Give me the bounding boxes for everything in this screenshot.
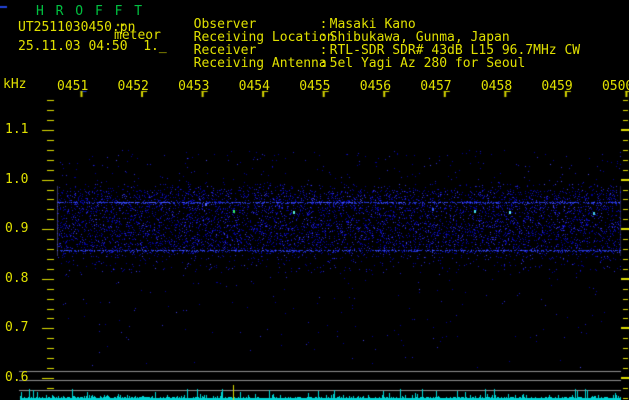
freq-label-0.7: 0.7 xyxy=(5,321,39,335)
time-label-0453: 0453 xyxy=(178,80,209,94)
time-label-0458: 0458 xyxy=(481,80,512,94)
info-label: Receiving Antenna xyxy=(194,57,320,71)
datetime-counter-line: 25.11.03 04:50 1._ xyxy=(18,40,167,54)
app-title: H R O F F T xyxy=(36,5,144,19)
info-separator: : xyxy=(320,57,330,71)
time-label-0452: 0452 xyxy=(118,80,149,94)
freq-axis-unit-label: kHz xyxy=(3,78,26,92)
time-label-0451: 0451 xyxy=(57,80,88,94)
info-row-antenna: Receiving Antenna:5el Yagi Az 280 for Se… xyxy=(178,43,525,71)
time-label-0454: 0454 xyxy=(239,80,270,94)
freq-label-1.0: 1.0 xyxy=(5,173,39,187)
info-value: 5el Yagi Az 280 for Seoul xyxy=(330,56,526,71)
time-label-0459: 0459 xyxy=(541,80,572,94)
time-label-0455: 0455 xyxy=(299,80,330,94)
time-label-0457: 0457 xyxy=(420,80,451,94)
freq-label-0.6: 0.6 xyxy=(5,371,39,385)
freq-label-0.8: 0.8 xyxy=(5,272,39,286)
freq-label-1.1: 1.1 xyxy=(5,123,39,137)
hrofft-screen: { "app": { "name": "HROFFT spectrogram v… xyxy=(0,0,629,400)
freq-label-0.9: 0.9 xyxy=(5,222,39,236)
time-label-0456: 0456 xyxy=(360,80,391,94)
time-label-0500: 0500 xyxy=(602,80,629,94)
